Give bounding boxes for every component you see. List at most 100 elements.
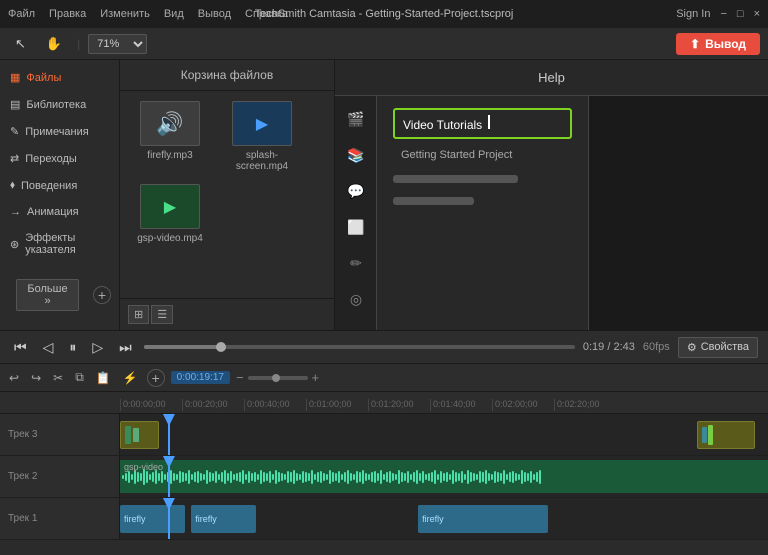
- sidebar-item-transitions[interactable]: ⇄ Переходы: [0, 145, 119, 172]
- help-nav-icon-chat[interactable]: 💬: [335, 174, 377, 208]
- waveform-bar: [290, 472, 292, 482]
- clip-track3-2[interactable]: [697, 421, 755, 449]
- list-view-button[interactable]: ☰: [151, 305, 173, 324]
- sidebar-item-files[interactable]: ▦ Файлы: [0, 64, 119, 91]
- waveform-bar: [122, 475, 124, 479]
- video-icon: ▶: [256, 114, 268, 134]
- help-nav-icon-film[interactable]: 🎬: [335, 102, 377, 136]
- window-controls: Sign In − □ ×: [676, 8, 760, 20]
- waveform-bar: [482, 472, 484, 482]
- zoom-plus-icon[interactable]: +: [312, 370, 320, 385]
- sign-in-button[interactable]: Sign In: [676, 8, 710, 20]
- filebin-header: Корзина файлов: [120, 60, 334, 91]
- add-track-button[interactable]: +: [147, 369, 165, 387]
- sidebar-item-behaviors[interactable]: ⬧ Поведения: [0, 172, 119, 199]
- waveform-bar: [419, 473, 421, 481]
- file-name-video1: splash-screen.mp4: [222, 150, 302, 172]
- zoom-level-select[interactable]: 71% 50% 100%: [88, 34, 147, 54]
- waveform-clip[interactable]: gsp-video: [120, 460, 768, 493]
- clip-track1-3[interactable]: firefly: [418, 505, 548, 533]
- waveform-bar: [299, 474, 301, 480]
- grid-view-button[interactable]: ⊞: [128, 305, 149, 324]
- clip-track3-1[interactable]: [120, 421, 159, 449]
- more-button[interactable]: Больше »: [16, 279, 79, 311]
- sidebar-item-effects[interactable]: ⊛ Эффекты указателя: [0, 225, 119, 263]
- waveform-bar: [413, 472, 415, 482]
- add-item-button[interactable]: +: [93, 286, 111, 304]
- help-item-video-tutorials[interactable]: Video Tutorials: [393, 108, 572, 139]
- undo-button[interactable]: ↩: [6, 370, 22, 386]
- waveform-bar: [404, 473, 406, 481]
- waveform-bar: [503, 470, 505, 484]
- file-item-audio[interactable]: 🔊 firefly.mp3: [130, 101, 210, 172]
- waveform-bar: [284, 474, 286, 480]
- minimize-button[interactable]: −: [720, 8, 726, 20]
- export-icon: ⬆: [690, 37, 700, 51]
- close-button[interactable]: ×: [754, 8, 760, 20]
- waveform-bar: [197, 471, 199, 483]
- playback-slider[interactable]: [144, 345, 575, 349]
- file-item-video2[interactable]: ▶ gsp-video.mp4: [130, 184, 210, 244]
- hand-tool-button[interactable]: ✋: [39, 33, 69, 55]
- track-content-3[interactable]: [120, 414, 768, 455]
- menu-output[interactable]: Вывод: [198, 8, 231, 20]
- help-nav-icon-pencil[interactable]: ✏: [335, 246, 377, 280]
- redo-button[interactable]: ↪: [28, 370, 44, 386]
- help-nav-icon-grid[interactable]: ⬜: [335, 210, 377, 244]
- split-button[interactable]: ⚡: [120, 370, 141, 386]
- waveform-bar: [137, 472, 139, 482]
- pencil-icon: ✏: [350, 255, 362, 272]
- menu-modify[interactable]: Изменить: [100, 8, 150, 20]
- select-tool-button[interactable]: ↖: [8, 33, 33, 55]
- waveform-bar: [206, 470, 208, 484]
- menu-edit[interactable]: Правка: [49, 8, 86, 20]
- time-display: 0:19 / 2:43: [583, 341, 635, 353]
- properties-button[interactable]: ⚙ Свойства: [678, 337, 758, 358]
- preview-canvas: Help 🎬 📚 💬 ⬜: [335, 60, 768, 330]
- help-item-getting-started[interactable]: Getting Started Project: [393, 145, 572, 165]
- help-nav-icon-target[interactable]: ◎: [335, 282, 377, 316]
- fwd-frame-button[interactable]: ▷: [88, 337, 107, 358]
- waveform-bar: [251, 473, 253, 481]
- clip-track1-1[interactable]: firefly: [120, 505, 185, 533]
- track-row-1: Трек 1 firefly firefly firefly: [0, 498, 768, 540]
- waveform-bar: [281, 473, 283, 481]
- zoom-slider[interactable]: − +: [236, 370, 319, 385]
- file-thumb-video2: ▶: [140, 184, 200, 229]
- help-panel: Help 🎬 📚 💬 ⬜: [335, 60, 768, 330]
- view-toggle: ⊞ ☰: [128, 305, 173, 324]
- ruler-marks: 0:00:00;00 0:00:20;00 0:00:40;00 0:01:00…: [120, 399, 616, 411]
- track-content-2[interactable]: gsp-video: [120, 456, 768, 497]
- waveform-bar: [446, 472, 448, 482]
- waveform-bar: [362, 470, 364, 484]
- rewind-button[interactable]: ⏮: [10, 337, 31, 358]
- paste-button[interactable]: 📋: [93, 370, 114, 386]
- sidebar-item-animations[interactable]: → Анимация: [0, 199, 119, 225]
- waveform-bar: [512, 471, 514, 483]
- waveform-bar: [434, 470, 436, 484]
- waveform-bar: [464, 474, 466, 480]
- file-item-video1[interactable]: ▶ splash-screen.mp4: [222, 101, 302, 172]
- waveform-bar: [380, 470, 382, 484]
- track-content-1[interactable]: firefly firefly firefly: [120, 498, 768, 539]
- clip-track1-2[interactable]: firefly: [191, 505, 256, 533]
- file-thumb-audio: 🔊: [140, 101, 200, 146]
- cut-button[interactable]: ✂: [50, 370, 66, 386]
- sidebar-item-library[interactable]: ▤ Библиотека: [0, 91, 119, 118]
- copy-button[interactable]: ⧉: [72, 369, 87, 386]
- sidebar-item-notes[interactable]: ✎ Примечания: [0, 118, 119, 145]
- export-button[interactable]: ⬆ Вывод: [676, 33, 760, 55]
- waveform-bar: [539, 470, 541, 484]
- back-frame-button[interactable]: ◁: [39, 337, 58, 358]
- help-nav-icon-book[interactable]: 📚: [335, 138, 377, 172]
- waveform-bar: [425, 474, 427, 480]
- zoom-minus-icon[interactable]: −: [236, 370, 244, 385]
- forward-button[interactable]: ⏭: [115, 337, 136, 358]
- restore-button[interactable]: □: [737, 8, 744, 20]
- play-pause-button[interactable]: ⏸: [65, 337, 80, 358]
- main-area: ▦ Файлы ▤ Библиотека ✎ Примечания ⇄ Пере…: [0, 60, 768, 330]
- menu-file[interactable]: Файл: [8, 8, 35, 20]
- animations-icon: →: [10, 206, 21, 218]
- timeline-toolbar: ↩ ↪ ✂ ⧉ 📋 ⚡ + 0:00:19:17 − +: [0, 364, 768, 392]
- menu-view[interactable]: Вид: [164, 8, 184, 20]
